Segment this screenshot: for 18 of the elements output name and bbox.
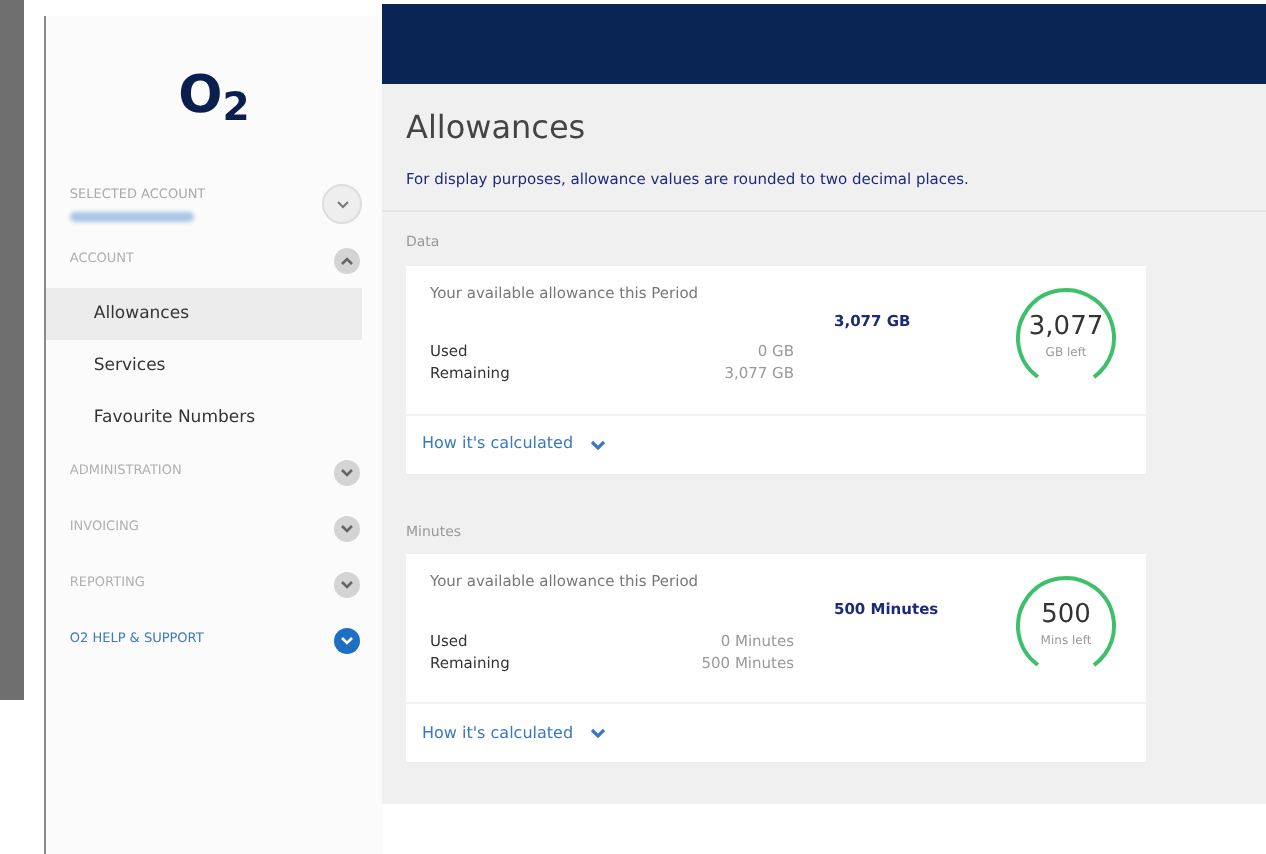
nav-item[interactable]: Allowances xyxy=(45,288,362,340)
toggle-icon[interactable] xyxy=(334,515,360,541)
chevron-down-icon xyxy=(589,439,606,450)
chevron-down-icon xyxy=(335,199,349,209)
chevron-down-icon xyxy=(589,728,606,739)
nav-item[interactable]: Favourite Numbers xyxy=(45,392,362,444)
gauge-value: 500 xyxy=(1041,602,1091,629)
logo: O$_{2}$ xyxy=(178,63,250,135)
gauge-value: 3,077 xyxy=(1028,313,1104,340)
toggle-icon[interactable] xyxy=(334,247,360,273)
how-calculated-link[interactable]: How it's calculated xyxy=(422,432,606,457)
toggle-icon[interactable] xyxy=(334,571,360,597)
redacted-text xyxy=(69,211,194,222)
toggle-icon[interactable] xyxy=(334,627,360,653)
nav-item[interactable]: Services xyxy=(45,340,362,392)
how-calculated-link[interactable]: How it's calculated xyxy=(422,721,606,746)
page-title: Allowances xyxy=(404,106,588,150)
toggle-icon[interactable] xyxy=(334,459,360,485)
